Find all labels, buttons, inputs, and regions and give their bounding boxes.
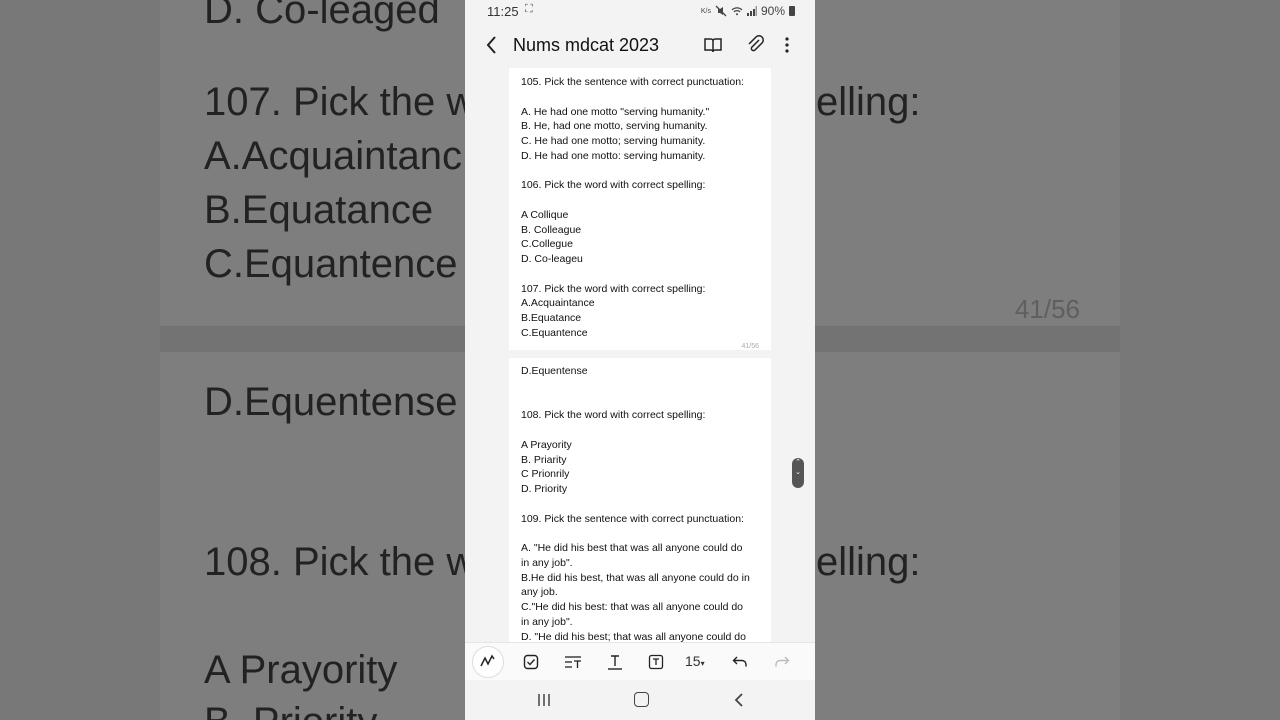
reading-mode-icon[interactable] bbox=[703, 35, 723, 55]
note-text-line: C. He had one motto; serving humanity. bbox=[521, 135, 706, 147]
nav-back-icon[interactable] bbox=[733, 692, 745, 708]
app-bar: Nums mdcat 2023 bbox=[465, 22, 815, 68]
background-text-fragment: elling: bbox=[816, 80, 921, 124]
note-text-line: C.Equantence bbox=[521, 326, 588, 339]
status-bar: 11:25 ⛶ K/s 90% bbox=[465, 0, 815, 22]
note-text-line: A Prayority bbox=[521, 438, 572, 451]
scroll-handle[interactable]: ⌃ ⌄ bbox=[792, 458, 804, 488]
text-style-icon bbox=[565, 656, 581, 668]
note-text-line: in any job". bbox=[521, 556, 573, 569]
pen-mode-button[interactable] bbox=[472, 646, 504, 678]
background-text-line: D. Co-leaged bbox=[204, 0, 440, 32]
page-number: 41/56 bbox=[741, 343, 759, 350]
handwriting-icon bbox=[480, 654, 495, 667]
background-text-line: B.Equatance bbox=[204, 188, 434, 232]
note-text-line: A Collique bbox=[521, 208, 569, 221]
screen-record-icon: ⛶ bbox=[525, 3, 533, 15]
note-text-line: A.Acquaintance bbox=[521, 297, 595, 310]
phone-screen: 11:25 ⛶ K/s 90% Nums mdcat 2023 105. Pic… bbox=[465, 0, 815, 720]
system-nav-bar bbox=[465, 680, 815, 720]
text-box-icon bbox=[648, 654, 664, 670]
note-title: Nums mdcat 2023 bbox=[513, 35, 660, 55]
background-text-line: A.Acquaintanc bbox=[204, 134, 462, 178]
background-text-line: C.Equantence bbox=[204, 242, 458, 286]
note-text-line: B. He, had one motto, serving humanity. bbox=[521, 120, 708, 133]
text-format-icon bbox=[608, 655, 622, 670]
more-options-icon[interactable] bbox=[777, 35, 797, 55]
status-time: 11:25 bbox=[487, 4, 519, 19]
back-arrow-icon[interactable] bbox=[483, 34, 501, 56]
background-text-fragment: elling: bbox=[816, 540, 921, 584]
note-text-line: A. "He did his best that was all anyone … bbox=[521, 542, 743, 554]
note-text-line: B.He did his best, that was all anyone c… bbox=[521, 571, 750, 584]
caret-down-icon: ▾ bbox=[700, 659, 705, 668]
mute-icon bbox=[715, 5, 727, 17]
battery-icon bbox=[789, 6, 795, 16]
note-text-line: any job. bbox=[521, 586, 558, 599]
redo-button[interactable] bbox=[770, 650, 794, 674]
redo-icon bbox=[775, 656, 790, 667]
font-size-selector[interactable]: 15▾ bbox=[685, 653, 705, 669]
font-size-value: 15 bbox=[685, 653, 701, 669]
note-text-line: 106. Pick the word with correct spelling… bbox=[521, 179, 706, 192]
note-content[interactable]: 105. Pick the sentence with correct punc… bbox=[465, 68, 815, 642]
checkbox-button[interactable] bbox=[519, 650, 543, 674]
note-text-line: 108. Pick the word with correct spelling… bbox=[521, 409, 706, 422]
network-speed-icon: K/s bbox=[700, 7, 711, 15]
text-box-button[interactable] bbox=[644, 650, 668, 674]
background-text-line: 107. Pick the w bbox=[204, 80, 476, 124]
undo-icon bbox=[732, 656, 747, 667]
edit-toolbar: 15▾ bbox=[465, 642, 815, 681]
note-text-line: B.Equatance bbox=[521, 312, 582, 324]
home-icon[interactable] bbox=[634, 692, 649, 707]
undo-button[interactable] bbox=[728, 650, 752, 674]
text-style-button[interactable] bbox=[561, 650, 585, 674]
battery-level: 90% bbox=[760, 4, 785, 18]
background-text-line: 108. Pick the w bbox=[204, 540, 476, 584]
background-text-line: B. Priority bbox=[204, 700, 377, 720]
note-text-line: in any job". bbox=[521, 615, 573, 628]
recent-apps-icon[interactable] bbox=[537, 693, 551, 707]
attachment-icon[interactable] bbox=[745, 35, 765, 55]
note-text-line: 107. Pick the word with correct spelling… bbox=[521, 282, 706, 295]
background-page-indicator: 41/56 bbox=[1014, 294, 1080, 324]
note-text-line: C.Collegue bbox=[521, 238, 573, 251]
note-text-line: B. Priarity bbox=[521, 453, 567, 466]
background-text-line: D.Equentense bbox=[204, 380, 458, 424]
note-text-line: D. He had one motto: serving humanity. bbox=[521, 149, 706, 162]
note-page: D.Equentense 108. Pick the word with corr… bbox=[509, 358, 771, 642]
wifi-icon bbox=[731, 7, 743, 16]
note-text-line: 109. Pick the sentence with correct punc… bbox=[521, 512, 744, 525]
status-icons: K/s 90% bbox=[701, 4, 795, 18]
background-text-line: A Prayority bbox=[204, 648, 398, 692]
note-text-line: D. "He did his best; that was all anyone… bbox=[521, 630, 746, 643]
note-text-line: B. Colleague bbox=[521, 223, 582, 236]
note-text-line: C."He did his best: that was all anyone … bbox=[521, 601, 744, 613]
note-text-line: C Prionrily bbox=[521, 468, 570, 481]
text-format-button[interactable] bbox=[603, 650, 627, 674]
checkbox-icon bbox=[523, 654, 539, 670]
note-text-line: D. Co-leageu bbox=[521, 253, 583, 265]
note-text-line: A. He had one motto "serving humanity." bbox=[521, 105, 710, 118]
note-page: 105. Pick the sentence with correct punc… bbox=[509, 68, 771, 350]
note-text-line: D.Equentense bbox=[521, 365, 588, 377]
signal-icon bbox=[746, 6, 757, 16]
note-text-line: 105. Pick the sentence with correct punc… bbox=[521, 76, 744, 88]
note-text-line: D. Priority bbox=[521, 483, 568, 495]
